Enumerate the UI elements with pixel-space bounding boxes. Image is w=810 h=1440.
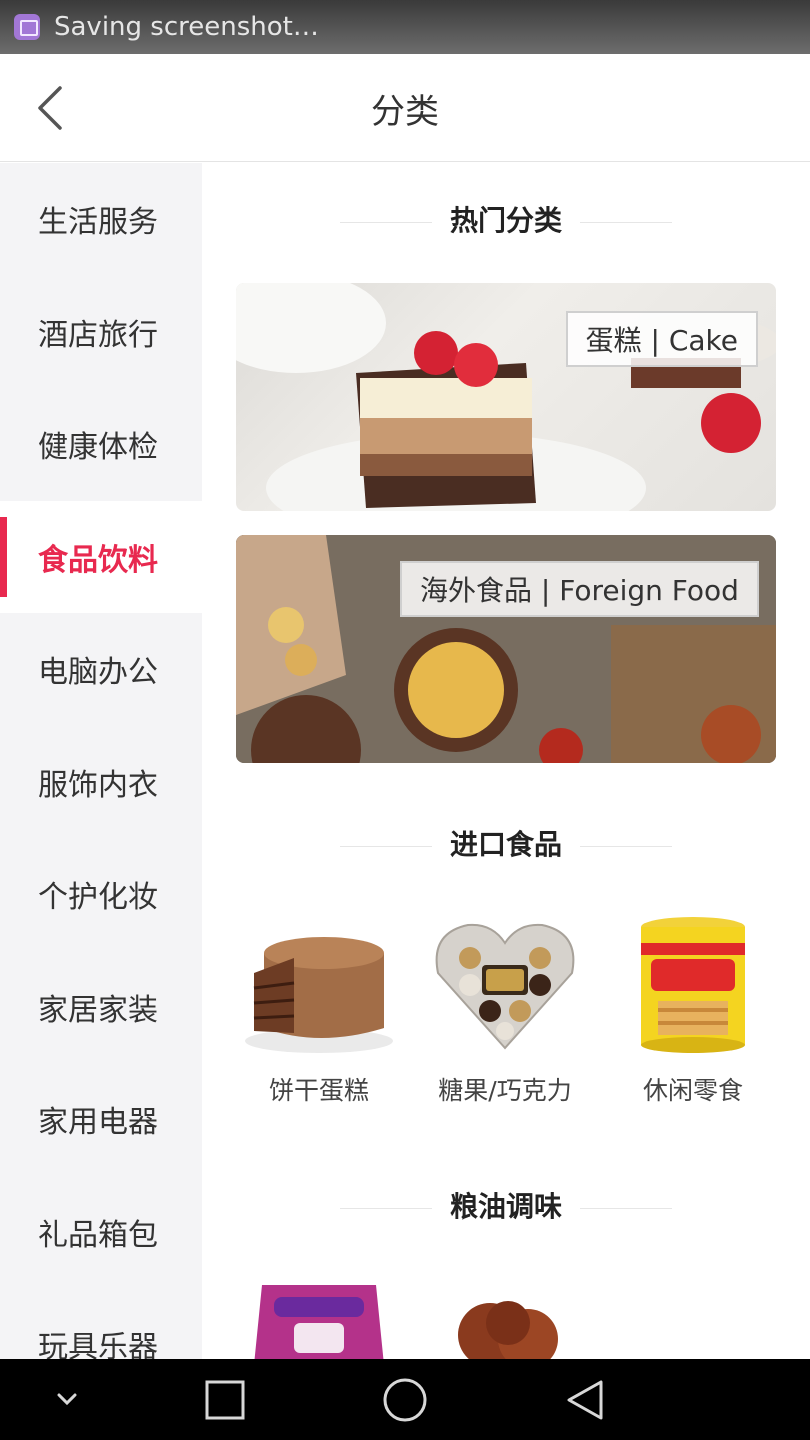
section-title-imported: 进口食品 <box>202 823 810 863</box>
screenshot-icon <box>14 14 40 40</box>
system-nav-bar <box>0 1359 810 1440</box>
dried-fruit-image <box>458 1301 558 1359</box>
nav-hide-button[interactable] <box>40 1373 94 1427</box>
banner-cake[interactable]: 蛋糕 | Cake <box>236 283 776 511</box>
banner-cake-label: 蛋糕 | Cake <box>565 311 758 367</box>
biscuit-cake-image <box>244 913 394 1053</box>
chocolate-box-image <box>430 913 580 1053</box>
sidebar-item-personal-care[interactable]: 个护化妆 <box>0 838 202 951</box>
grid-item-noodles[interactable] <box>234 1275 404 1359</box>
square-icon <box>205 1380 245 1420</box>
circle-icon <box>383 1378 427 1422</box>
sidebar-item-home-decor[interactable]: 家居家装 <box>0 951 202 1064</box>
section-title-hot: 热门分类 <box>202 199 810 239</box>
grid-item-label: 糖果/巧克力 <box>438 1076 572 1105</box>
snack-can-image <box>618 913 768 1053</box>
page-title: 分类 <box>371 92 439 132</box>
sidebar-item-hotel-travel[interactable]: 酒店旅行 <box>0 276 202 389</box>
grid-item-snacks[interactable]: 休闲零食 <box>608 913 778 1107</box>
category-content: 热门分类 蛋糕 | Cake 海外食品 | Foreign Food 进口食品 … <box>202 163 810 1359</box>
status-bar: Saving screenshot… <box>0 0 810 54</box>
sidebar-item-appliances[interactable]: 家用电器 <box>0 1063 202 1176</box>
sidebar-item-apparel[interactable]: 服饰内衣 <box>0 726 202 839</box>
sidebar-item-food-drinks[interactable]: 食品饮料 <box>0 500 202 613</box>
grid-item-dried-fruit[interactable] <box>420 1295 590 1359</box>
sidebar-item-computer-office[interactable]: 电脑办公 <box>0 613 202 726</box>
nav-recents-button[interactable] <box>198 1373 252 1427</box>
grid-item-candy-chocolate[interactable]: 糖果/巧克力 <box>420 913 590 1107</box>
triangle-back-icon <box>567 1380 603 1420</box>
noodle-pack-image <box>254 1285 384 1359</box>
sidebar-item-toys-instruments[interactable]: 玩具乐器 <box>0 1288 202 1359</box>
grid-item-label: 饼干蛋糕 <box>268 1076 369 1105</box>
banner-foreign-food-label: 海外食品 | Foreign Food <box>400 561 759 617</box>
chevron-down-icon <box>57 1393 77 1406</box>
grid-item-biscuits-cakes[interactable]: 饼干蛋糕 <box>234 913 404 1107</box>
nav-home-button[interactable] <box>378 1373 432 1427</box>
sidebar-item-life-services[interactable]: 生活服务 <box>0 163 202 276</box>
section-title-grain-oil: 粮油调味 <box>202 1185 810 1225</box>
nav-back-button[interactable] <box>558 1373 612 1427</box>
sidebar-item-health-checkup[interactable]: 健康体检 <box>0 388 202 501</box>
app-header: 分类 <box>0 54 810 162</box>
sidebar-item-gifts-bags[interactable]: 礼品箱包 <box>0 1176 202 1289</box>
category-sidebar: 生活服务 酒店旅行 健康体检 食品饮料 电脑办公 服饰内衣 个护化妆 家居家装 … <box>0 163 202 1359</box>
status-notification-text: Saving screenshot… <box>54 12 319 42</box>
grid-item-label: 休闲零食 <box>642 1076 743 1105</box>
banner-foreign-food[interactable]: 海外食品 | Foreign Food <box>236 535 776 763</box>
